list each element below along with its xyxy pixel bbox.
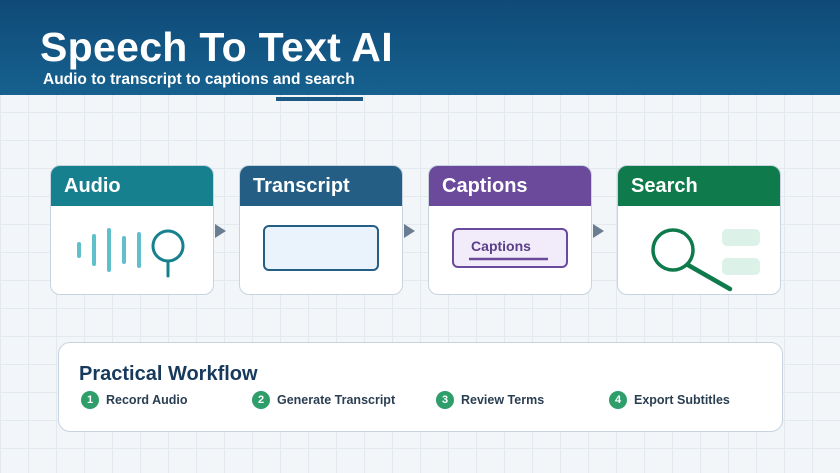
workflow-step-1: 1 Record Audio <box>81 391 187 410</box>
stage-card-captions: Captions Captions <box>428 165 592 295</box>
text-box-icon <box>263 225 379 271</box>
stage-card-transcript-body <box>240 206 402 294</box>
page-subtitle: Audio to transcript to captions and sear… <box>43 71 355 88</box>
stage-card-captions-body: Captions <box>429 206 591 294</box>
flow-arrow-1 <box>215 224 226 238</box>
stage-card-search: Search <box>617 165 781 295</box>
header-banner: Speech To Text AI Audio to transcript to… <box>0 0 840 95</box>
workflow-panel: Practical Workflow 1 Record Audio 2 Genera… <box>58 342 783 432</box>
stage-card-search-body <box>618 206 780 294</box>
step-number-badge: 4 <box>609 391 627 409</box>
stage-card-audio: Audio <box>50 165 214 295</box>
flow-arrow-3 <box>593 224 604 238</box>
stage-card-audio-header: Audio <box>51 166 213 206</box>
flow-arrow-2 <box>404 224 415 238</box>
caption-sample-text: Captions <box>471 238 531 254</box>
step-number-badge: 2 <box>252 391 270 409</box>
workflow-step-4: 4 Export Subtitles <box>609 391 730 410</box>
stage-card-transcript-header: Transcript <box>240 166 402 206</box>
search-icon <box>651 228 760 292</box>
stage-card-captions-header: Captions <box>429 166 591 206</box>
page-title: Speech To Text AI <box>40 24 393 70</box>
step-label: Record Audio <box>106 393 188 407</box>
stage-card-search-header: Search <box>618 166 780 206</box>
workflow-title: Practical Workflow <box>79 363 258 385</box>
step-label: Review Terms <box>461 393 545 407</box>
step-label: Export Subtitles <box>634 393 730 407</box>
step-label: Generate Transcript <box>277 393 396 407</box>
step-number-badge: 1 <box>81 391 99 409</box>
step-number-badge: 3 <box>436 391 454 409</box>
caption-box-icon: Captions <box>452 228 568 268</box>
stage-card-audio-body <box>51 206 213 294</box>
workflow-step-2: 2 Generate Transcript <box>252 391 395 410</box>
title-underline <box>276 97 363 101</box>
workflow-step-3: 3 Review Terms <box>436 391 544 410</box>
stage-card-transcript: Transcript <box>239 165 403 295</box>
waveform-magnifier-icon <box>77 228 185 278</box>
